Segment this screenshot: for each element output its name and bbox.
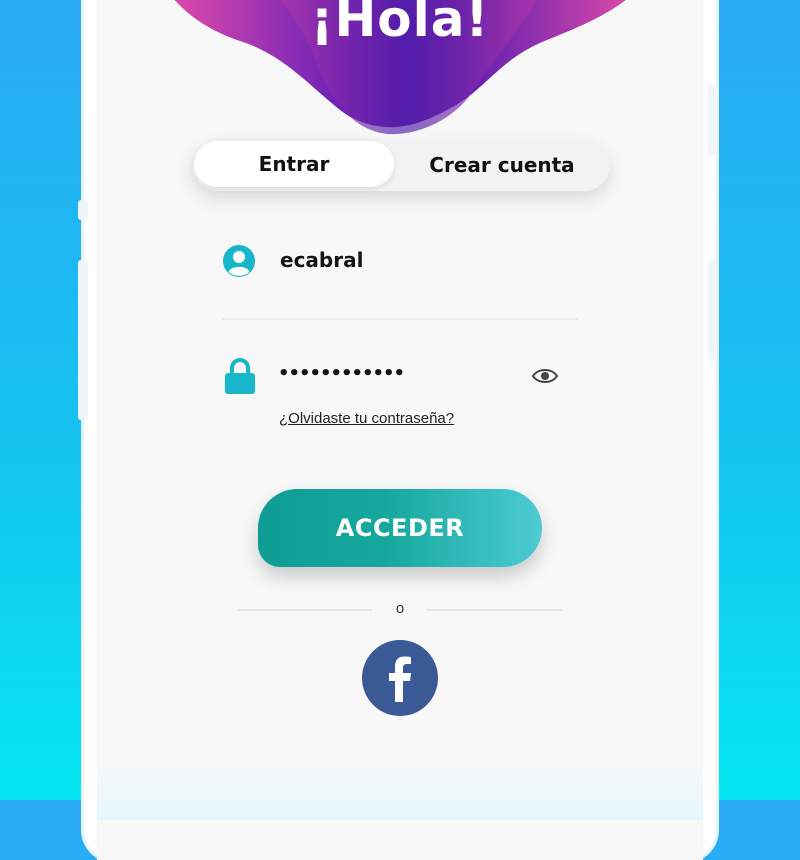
username-field[interactable]: ecabral (222, 240, 578, 284)
forgot-password-link[interactable]: ¿Olvidaste tu contraseña? (279, 410, 454, 427)
password-field[interactable]: •••••••••••• (222, 355, 578, 399)
facebook-login-button[interactable] (362, 640, 438, 716)
user-icon (223, 245, 255, 277)
separator-text: o (395, 600, 405, 617)
tab-crear-cuenta[interactable]: Crear cuenta (402, 139, 602, 191)
lock-icon (225, 358, 255, 394)
acceder-button[interactable]: ACCEDER (258, 489, 542, 567)
username-value: ecabral (280, 248, 364, 272)
separator-line-right (427, 609, 562, 611)
greeting-title: ¡Hola! (310, 0, 490, 48)
app-screen: ¡Hola! Entrar Crear cuenta ecabral •••••… (97, 0, 703, 860)
bottom-fade (97, 760, 703, 820)
phone-side-button (708, 85, 718, 155)
password-value: •••••••••••• (278, 363, 405, 384)
phone-side-button (78, 200, 88, 220)
auth-tabs: Entrar Crear cuenta (192, 139, 610, 191)
phone-side-button (708, 260, 718, 360)
eye-icon[interactable] (532, 367, 558, 385)
field-divider (222, 318, 578, 320)
tab-entrar[interactable]: Entrar (194, 141, 394, 187)
phone-side-button (78, 260, 88, 420)
facebook-icon (389, 656, 411, 702)
